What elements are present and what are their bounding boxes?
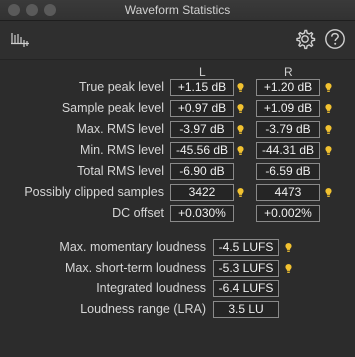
right-channel-value: -44.31 dB [256, 142, 320, 159]
warning-bulb-icon [237, 83, 244, 92]
stat-label: Total RMS level [77, 164, 164, 178]
loudness-label: Max. momentary loudness [59, 240, 206, 254]
loudness-label: Max. short-term loudness [64, 260, 206, 275]
loudness-value: 3.5 LU [213, 300, 279, 318]
stat-label: Sample peak level [61, 101, 164, 115]
left-channel-value: +0.97 dB [170, 100, 234, 117]
left-channel-value: -3.97 dB [170, 121, 234, 138]
warning-bulb-icon [325, 125, 332, 134]
warning-bulb-icon [325, 188, 332, 197]
warning-bulb-icon [237, 125, 244, 134]
stat-label: Possibly clipped samples [24, 185, 164, 199]
right-channel-value: +1.09 dB [256, 100, 320, 117]
column-header-right: R [284, 65, 293, 79]
toolbar [0, 21, 355, 60]
right-channel-value: +1.20 dB [256, 79, 320, 96]
right-channel-value: -6.59 dB [256, 163, 320, 180]
warning-bulb-icon [325, 146, 332, 155]
loudness-value: -6.4 LUFS [213, 280, 279, 297]
warning-bulb-icon [237, 146, 244, 155]
stat-label: Max. RMS level [76, 122, 164, 136]
gear-icon[interactable] [294, 28, 316, 50]
stat-label: DC offset [112, 206, 164, 220]
loudness-value: -5.3 LUFS [213, 259, 279, 277]
right-channel-value: +0.002% [256, 205, 320, 222]
right-channel-value: 4473 [256, 184, 320, 201]
column-header-left: L [199, 65, 206, 79]
loudness-label: Loudness range (LRA) [80, 301, 206, 316]
loudness-value: -4.5 LUFS [213, 239, 279, 256]
title-bar: Waveform Statistics [0, 0, 355, 21]
left-channel-value: +1.15 dB [170, 79, 234, 96]
warning-bulb-icon [285, 263, 292, 273]
left-channel-value: 3422 [170, 184, 234, 201]
warning-bulb-icon [237, 188, 244, 197]
warning-bulb-icon [325, 104, 332, 113]
left-channel-value: -6.90 dB [170, 163, 234, 180]
stat-label: Min. RMS level [79, 143, 164, 157]
warning-bulb-icon [325, 83, 332, 92]
left-channel-value: +0.030% [170, 205, 234, 222]
window-title: Waveform Statistics [124, 3, 231, 17]
left-channel-value: -45.56 dB [170, 142, 234, 159]
warning-bulb-icon [285, 243, 292, 252]
help-icon[interactable] [324, 28, 346, 50]
loudness-label: Integrated loudness [96, 281, 206, 295]
waveform-stats-icon [11, 33, 29, 47]
right-channel-value: -3.79 dB [256, 121, 320, 138]
warning-bulb-icon [237, 104, 244, 113]
stat-label: True peak level [79, 80, 164, 94]
